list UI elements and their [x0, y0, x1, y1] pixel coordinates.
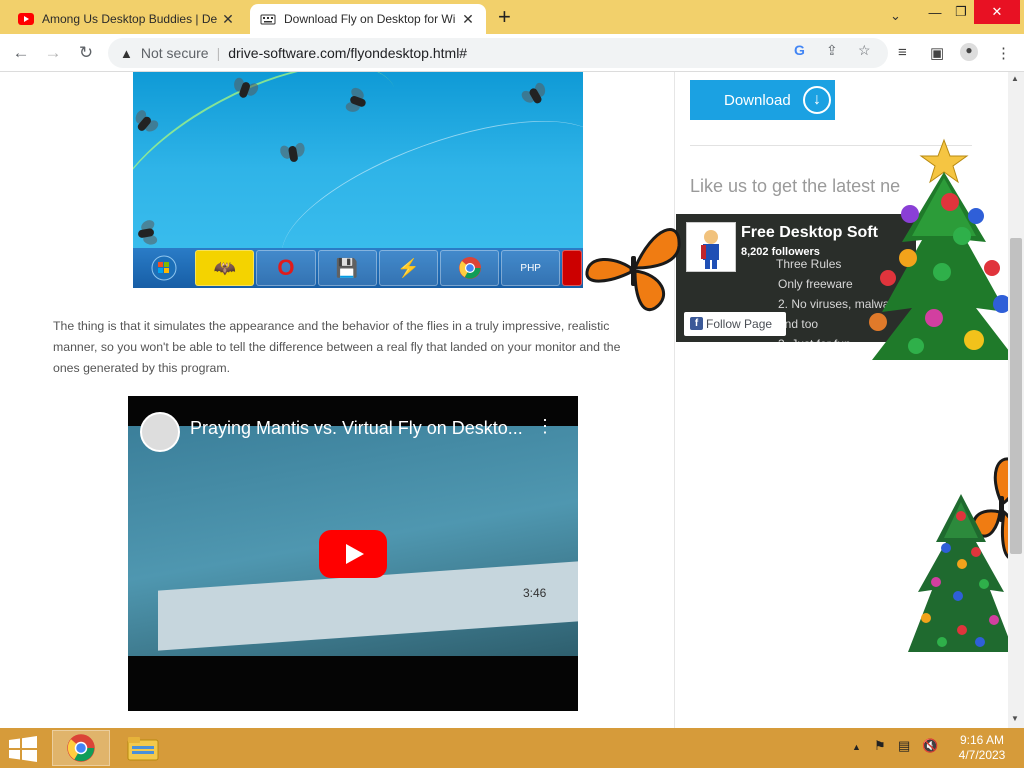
scroll-down-icon[interactable]: ▼ [1011, 714, 1019, 723]
system-clock[interactable]: 9:16 AM 4/7/2023 [950, 733, 1014, 763]
start-button[interactable] [8, 736, 38, 762]
facebook-followers: 8,202 followers [741, 246, 820, 258]
play-button[interactable] [319, 530, 387, 578]
scrollbar-thumb[interactable] [1010, 238, 1022, 554]
close-tab-icon[interactable]: ✕ [460, 11, 476, 28]
bookmark-star-icon[interactable]: ☆ [858, 42, 871, 59]
download-label: Download [724, 91, 791, 109]
follow-page-button[interactable]: f Follow Page [684, 312, 786, 336]
share-icon[interactable]: ⇪ [826, 42, 838, 59]
youtube-video-embed[interactable]: Praying Mantis vs. Virtual Fly on Deskto… [128, 396, 578, 711]
video-title[interactable]: Praying Mantis vs. Virtual Fly on Deskto… [190, 418, 523, 439]
app-icon [562, 250, 583, 286]
video-menu-icon[interactable]: ⋮ [536, 416, 554, 437]
fly-icon [277, 136, 308, 170]
taskbar-file-explorer[interactable] [114, 730, 172, 766]
url-text[interactable]: drive-software.com/flyondesktop.html# [228, 45, 467, 61]
clock-date: 4/7/2023 [958, 748, 1006, 762]
security-label[interactable]: Not secure [141, 45, 209, 61]
reload-icon[interactable]: ↻ [74, 41, 98, 65]
keyboard-icon [260, 11, 276, 27]
facebook-page-avatar[interactable] [686, 222, 736, 272]
side-panel-icon[interactable]: ▣ [930, 44, 944, 62]
windows-orb-icon [134, 250, 193, 286]
fly-icon [517, 76, 553, 114]
forward-icon[interactable]: → [41, 41, 65, 65]
show-hidden-icons[interactable]: ▲ [852, 742, 861, 752]
address-bar[interactable]: ▲ Not secure | drive-software.com/flyond… [108, 38, 888, 68]
download-arrow-icon: ↓ [803, 86, 831, 114]
winamp-icon: ⚡ [378, 250, 438, 286]
opera-icon: O [256, 250, 316, 286]
google-icon[interactable]: G [794, 42, 805, 58]
warning-icon[interactable]: ▲ [120, 46, 133, 61]
tab-title: Among Us Desktop Buddies | De [42, 12, 218, 26]
batman-app-icon: 🦇 [195, 250, 255, 286]
tab-strip: Among Us Desktop Buddies | De ✕ Download… [0, 0, 1024, 34]
tab-search-icon[interactable]: ⌄ [890, 8, 901, 24]
menu-icon[interactable]: ⋮ [996, 44, 1011, 62]
youtube-icon [18, 11, 34, 27]
download-button[interactable]: Download ↓ [690, 80, 835, 120]
action-center-flag-icon[interactable]: ⚑ [874, 738, 886, 754]
close-window-button[interactable]: ✕ [974, 0, 1020, 24]
windows-taskbar: ▲ ⚑ ▤ 🔇 9:16 AM 4/7/2023 [0, 728, 1024, 768]
php-editor-icon: PHP [501, 250, 561, 286]
christmas-tree-decoration [869, 138, 1008, 360]
sidebar-divider [674, 72, 675, 728]
tab-title: Download Fly on Desktop for Wi [284, 12, 456, 26]
folder-icon [127, 737, 159, 761]
profile-avatar-icon[interactable]: ● [960, 43, 978, 61]
floppy-icon: 💾 [317, 250, 377, 286]
media-controls-icon[interactable]: ≡ [898, 44, 907, 61]
video-clock-text: 3:46 [523, 586, 547, 600]
new-tab-button[interactable]: + [498, 6, 511, 28]
web-page: 🦇 O 💾 ⚡ PHP The thing is that it simulat… [0, 72, 1008, 728]
facebook-icon: f [690, 317, 703, 330]
fly-icon [133, 104, 164, 142]
christmas-tree-decoration [908, 494, 1008, 652]
clock-time: 9:16 AM [959, 733, 1005, 747]
separator: | [216, 45, 221, 61]
description-paragraph: The thing is that it simulates the appea… [53, 319, 621, 375]
network-icon[interactable]: ▤ [898, 738, 910, 754]
browser-toolbar: ← → ↻ ▲ Not secure | drive-software.com/… [0, 34, 1024, 72]
back-icon[interactable]: ← [9, 41, 33, 65]
windows-logo-icon [9, 736, 37, 762]
page-scrollbar[interactable]: ▲ ▼ [1008, 72, 1024, 728]
fly-screenshot-image: 🦇 O 💾 ⚡ PHP [133, 72, 583, 288]
chrome-icon [67, 734, 95, 762]
scroll-up-icon[interactable]: ▲ [1011, 74, 1019, 83]
butterfly-icon [585, 228, 681, 312]
win7-taskbar-image: 🦇 O 💾 ⚡ PHP [133, 248, 583, 288]
close-tab-icon[interactable]: ✕ [220, 11, 236, 28]
restore-button[interactable]: ❐ [944, 0, 978, 24]
tab-fly-on-desktop[interactable]: Download Fly on Desktop for Wi ✕ [250, 4, 486, 34]
channel-avatar[interactable] [140, 412, 180, 452]
chrome-icon [439, 250, 500, 286]
tab-among-us[interactable]: Among Us Desktop Buddies | De ✕ [8, 4, 246, 34]
taskbar-chrome[interactable] [52, 730, 110, 766]
volume-muted-icon[interactable]: 🔇 [922, 738, 938, 754]
